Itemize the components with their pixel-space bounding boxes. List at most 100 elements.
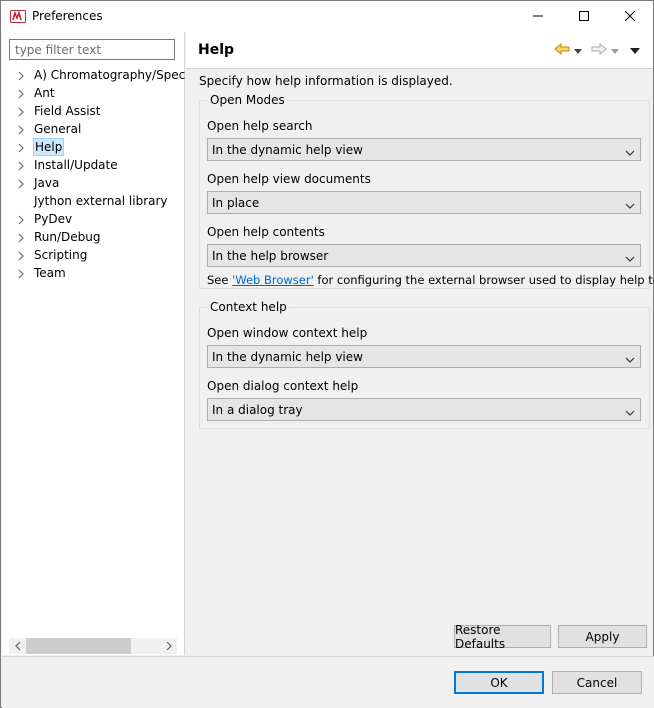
back-arrow-icon	[554, 42, 570, 58]
title-bar: Preferences	[1, 1, 653, 32]
chevron-left-icon	[14, 639, 21, 653]
preferences-window: Preferences A) Chromatography/Spectr Ant F…	[0, 0, 654, 708]
horizontal-scrollbar[interactable]	[9, 638, 177, 654]
select-value: In the dynamic help view	[212, 350, 363, 364]
group-legend: Context help	[208, 300, 289, 314]
page-description: Specify how help information is displaye…	[199, 74, 453, 88]
ok-button[interactable]: OK	[454, 671, 544, 694]
tree-item[interactable]: PyDev	[2, 210, 185, 228]
group-legend: Open Modes	[208, 93, 287, 107]
tree-item[interactable]: Team	[2, 264, 185, 282]
tree-item[interactable]: Install/Update	[2, 156, 185, 174]
open-modes-group: Open Modes Open help search In the dynam…	[199, 93, 654, 289]
tree-item[interactable]: Field Assist	[2, 102, 185, 120]
tree-item-label: Install/Update	[34, 158, 118, 172]
select-value: In place	[212, 196, 260, 210]
maximize-icon	[579, 10, 589, 24]
open-window-context-help-select[interactable]: In the dynamic help view	[207, 345, 641, 368]
chevron-right-icon[interactable]	[17, 160, 25, 171]
tree-item[interactable]: Help	[2, 138, 185, 156]
chevron-right-icon[interactable]	[17, 88, 25, 99]
open-help-contents-select[interactable]: In the help browser	[207, 244, 641, 267]
tree-item-label: Team	[34, 266, 66, 280]
back-button[interactable]	[553, 41, 571, 59]
open-help-search-select[interactable]: In the dynamic help view	[207, 138, 641, 161]
chevron-right-icon[interactable]	[17, 178, 25, 189]
chevron-right-icon[interactable]	[17, 268, 25, 279]
tree-item-label: Help	[33, 138, 65, 156]
view-menu-button[interactable]	[627, 41, 643, 59]
web-browser-link[interactable]: 'Web Browser'	[232, 273, 314, 287]
forward-arrow-icon	[591, 42, 607, 58]
open-help-contents-label: Open help contents	[207, 225, 325, 239]
open-dialog-context-help-select[interactable]: In a dialog tray	[207, 398, 641, 421]
forward-history-dropdown[interactable]	[610, 41, 620, 59]
cancel-button[interactable]: Cancel	[552, 671, 642, 694]
open-help-view-documents-label: Open help view documents	[207, 172, 371, 186]
chevron-right-icon[interactable]	[17, 124, 25, 135]
select-value: In a dialog tray	[212, 403, 303, 417]
apply-button[interactable]: Apply	[558, 625, 647, 648]
open-help-search-label: Open help search	[207, 119, 313, 133]
chevron-down-icon	[625, 252, 635, 262]
view-menu-icon	[630, 43, 640, 57]
back-history-dropdown[interactable]	[573, 41, 583, 59]
chevron-down-icon	[625, 199, 635, 209]
app-icon	[10, 10, 26, 23]
open-help-view-documents-select[interactable]: In place	[207, 191, 641, 214]
tree-item[interactable]: A) Chromatography/Spectr	[2, 66, 185, 84]
scroll-left-button[interactable]	[9, 638, 26, 654]
tree-item-label: Java	[34, 176, 60, 190]
web-browser-hint: See 'Web Browser' for configuring the ex…	[207, 273, 654, 287]
caret-down-icon	[611, 43, 619, 57]
minimize-icon	[533, 10, 543, 24]
preference-page: Help Specify how help information is dis…	[186, 32, 654, 655]
preference-tree-panel: A) Chromatography/Spectr Ant Field Assist G…	[2, 32, 185, 655]
tree-item-label: Ant	[34, 86, 55, 100]
open-window-context-help-label: Open window context help	[207, 326, 368, 340]
tree-item[interactable]: Scripting	[2, 246, 185, 264]
context-help-group: Context help Open window context help In…	[199, 300, 650, 429]
tree-item-label: General	[34, 122, 82, 136]
chevron-right-icon[interactable]	[17, 250, 25, 261]
page-title: Help	[198, 42, 235, 58]
scroll-right-button[interactable]	[160, 638, 177, 654]
chevron-right-icon[interactable]	[17, 142, 25, 153]
chevron-down-icon	[625, 353, 635, 363]
chevron-right-icon	[166, 639, 172, 653]
maximize-button[interactable]	[561, 1, 607, 32]
chevron-right-icon[interactable]	[17, 214, 25, 225]
window-title: Preferences	[32, 9, 103, 23]
preference-tree: A) Chromatography/Spectr Ant Field Assist G…	[2, 64, 185, 634]
dialog-button-bar: OK Cancel	[2, 656, 654, 708]
hint-prefix: See	[207, 273, 233, 287]
tree-item-label: A) Chromatography/Spectr	[34, 68, 185, 82]
tree-item[interactable]: Java	[2, 174, 185, 192]
tree-item-label: PyDev	[34, 212, 73, 226]
tree-item-label: Scripting	[34, 248, 88, 262]
select-value: In the help browser	[212, 249, 329, 263]
chevron-right-icon[interactable]	[17, 106, 25, 117]
filter-input[interactable]	[9, 39, 175, 60]
close-icon	[624, 10, 636, 24]
scroll-thumb[interactable]	[26, 638, 131, 654]
close-button[interactable]	[607, 1, 653, 32]
tree-item[interactable]: Jython external library	[2, 192, 185, 210]
chevron-right-icon[interactable]	[17, 232, 25, 243]
forward-button[interactable]	[590, 41, 608, 59]
tree-item[interactable]: Run/Debug	[2, 228, 185, 246]
page-header: Help	[186, 32, 653, 69]
tree-item-label: Field Assist	[34, 104, 101, 118]
tree-item-label: Jython external library	[34, 194, 168, 208]
open-dialog-context-help-label: Open dialog context help	[207, 379, 359, 393]
minimize-button[interactable]	[515, 1, 561, 32]
tree-item-label: Run/Debug	[34, 230, 101, 244]
restore-defaults-button[interactable]: Restore Defaults	[454, 623, 551, 651]
select-value: In the dynamic help view	[212, 143, 363, 157]
chevron-right-icon[interactable]	[17, 70, 25, 81]
tree-item[interactable]: General	[2, 120, 185, 138]
chevron-down-icon	[625, 146, 635, 156]
chevron-down-icon	[625, 406, 635, 416]
tree-item[interactable]: Ant	[2, 84, 185, 102]
hint-suffix: for configuring the external browser use…	[313, 273, 654, 287]
